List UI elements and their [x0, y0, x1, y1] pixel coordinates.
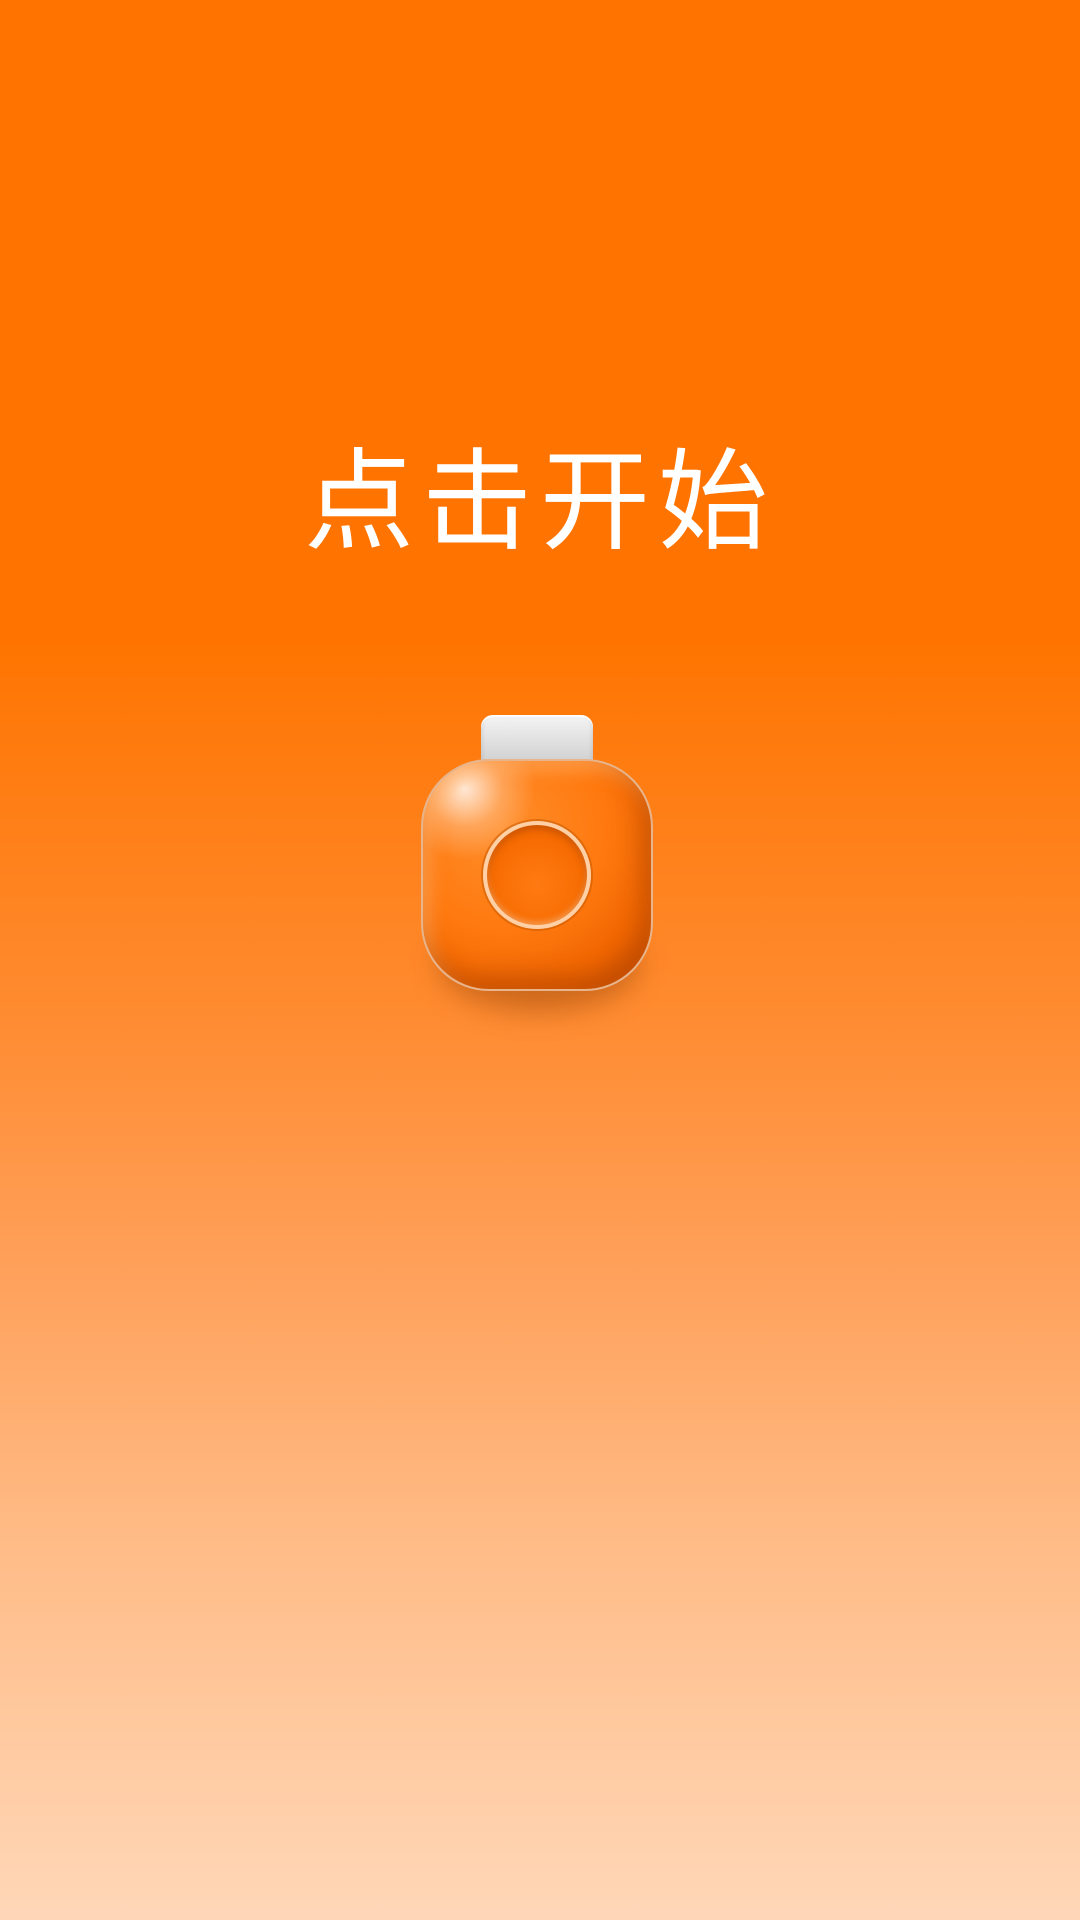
start-screen: 点击开始	[0, 0, 1080, 1920]
start-button-ring[interactable]	[483, 821, 591, 929]
start-prompt-title[interactable]: 点击开始	[0, 442, 1080, 562]
tally-counter-icon[interactable]	[421, 715, 653, 1015]
